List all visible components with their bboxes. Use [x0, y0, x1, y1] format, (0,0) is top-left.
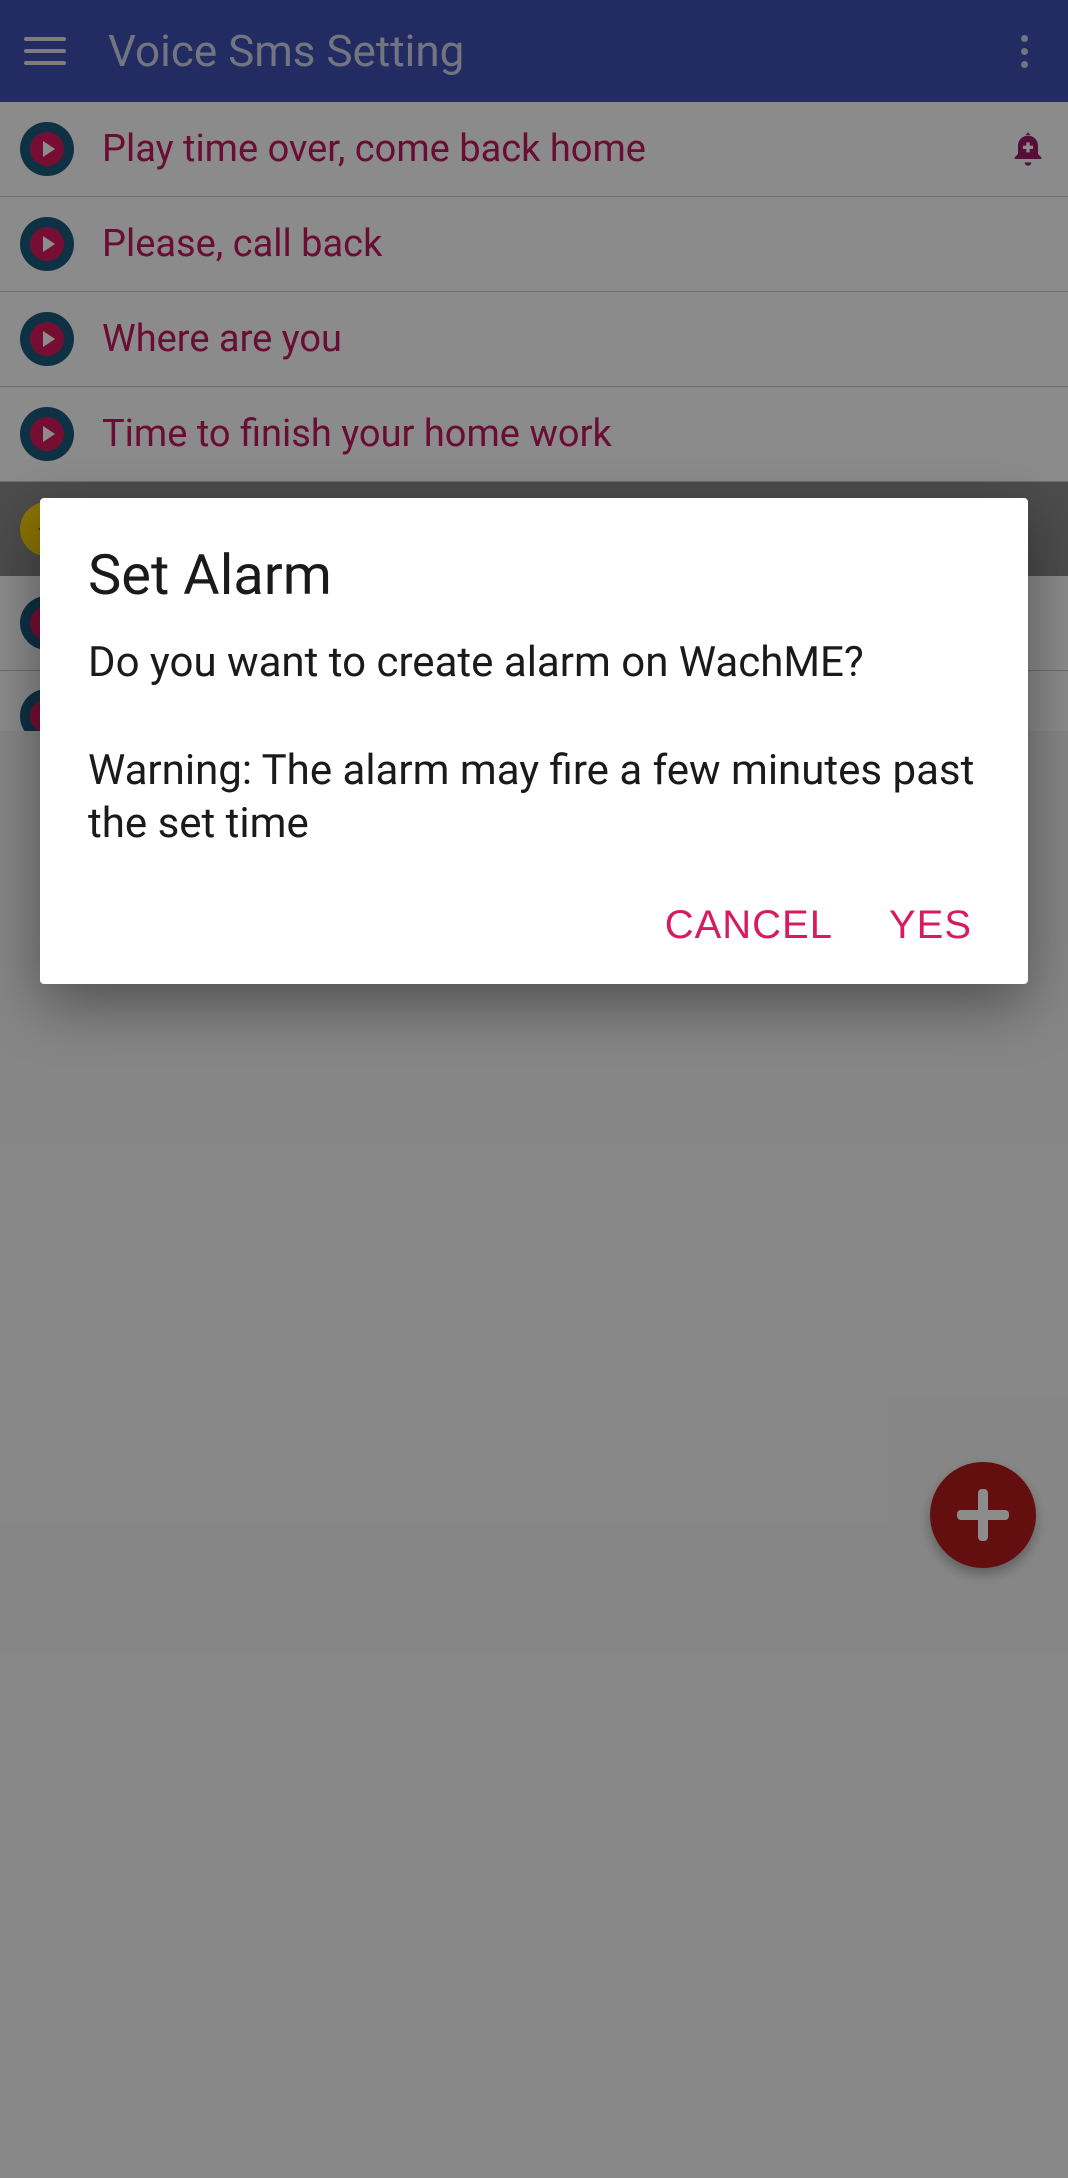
dialog-title: Set Alarm [88, 542, 980, 608]
dialog-actions: CANCEL YES [88, 895, 980, 956]
yes-button[interactable]: YES [885, 895, 976, 956]
dialog-scrim[interactable] [0, 0, 1068, 2178]
dialog-body: Do you want to create alarm on WachME? W… [88, 636, 980, 851]
cancel-button[interactable]: CANCEL [661, 895, 837, 956]
set-alarm-dialog: Set Alarm Do you want to create alarm on… [40, 498, 1028, 984]
